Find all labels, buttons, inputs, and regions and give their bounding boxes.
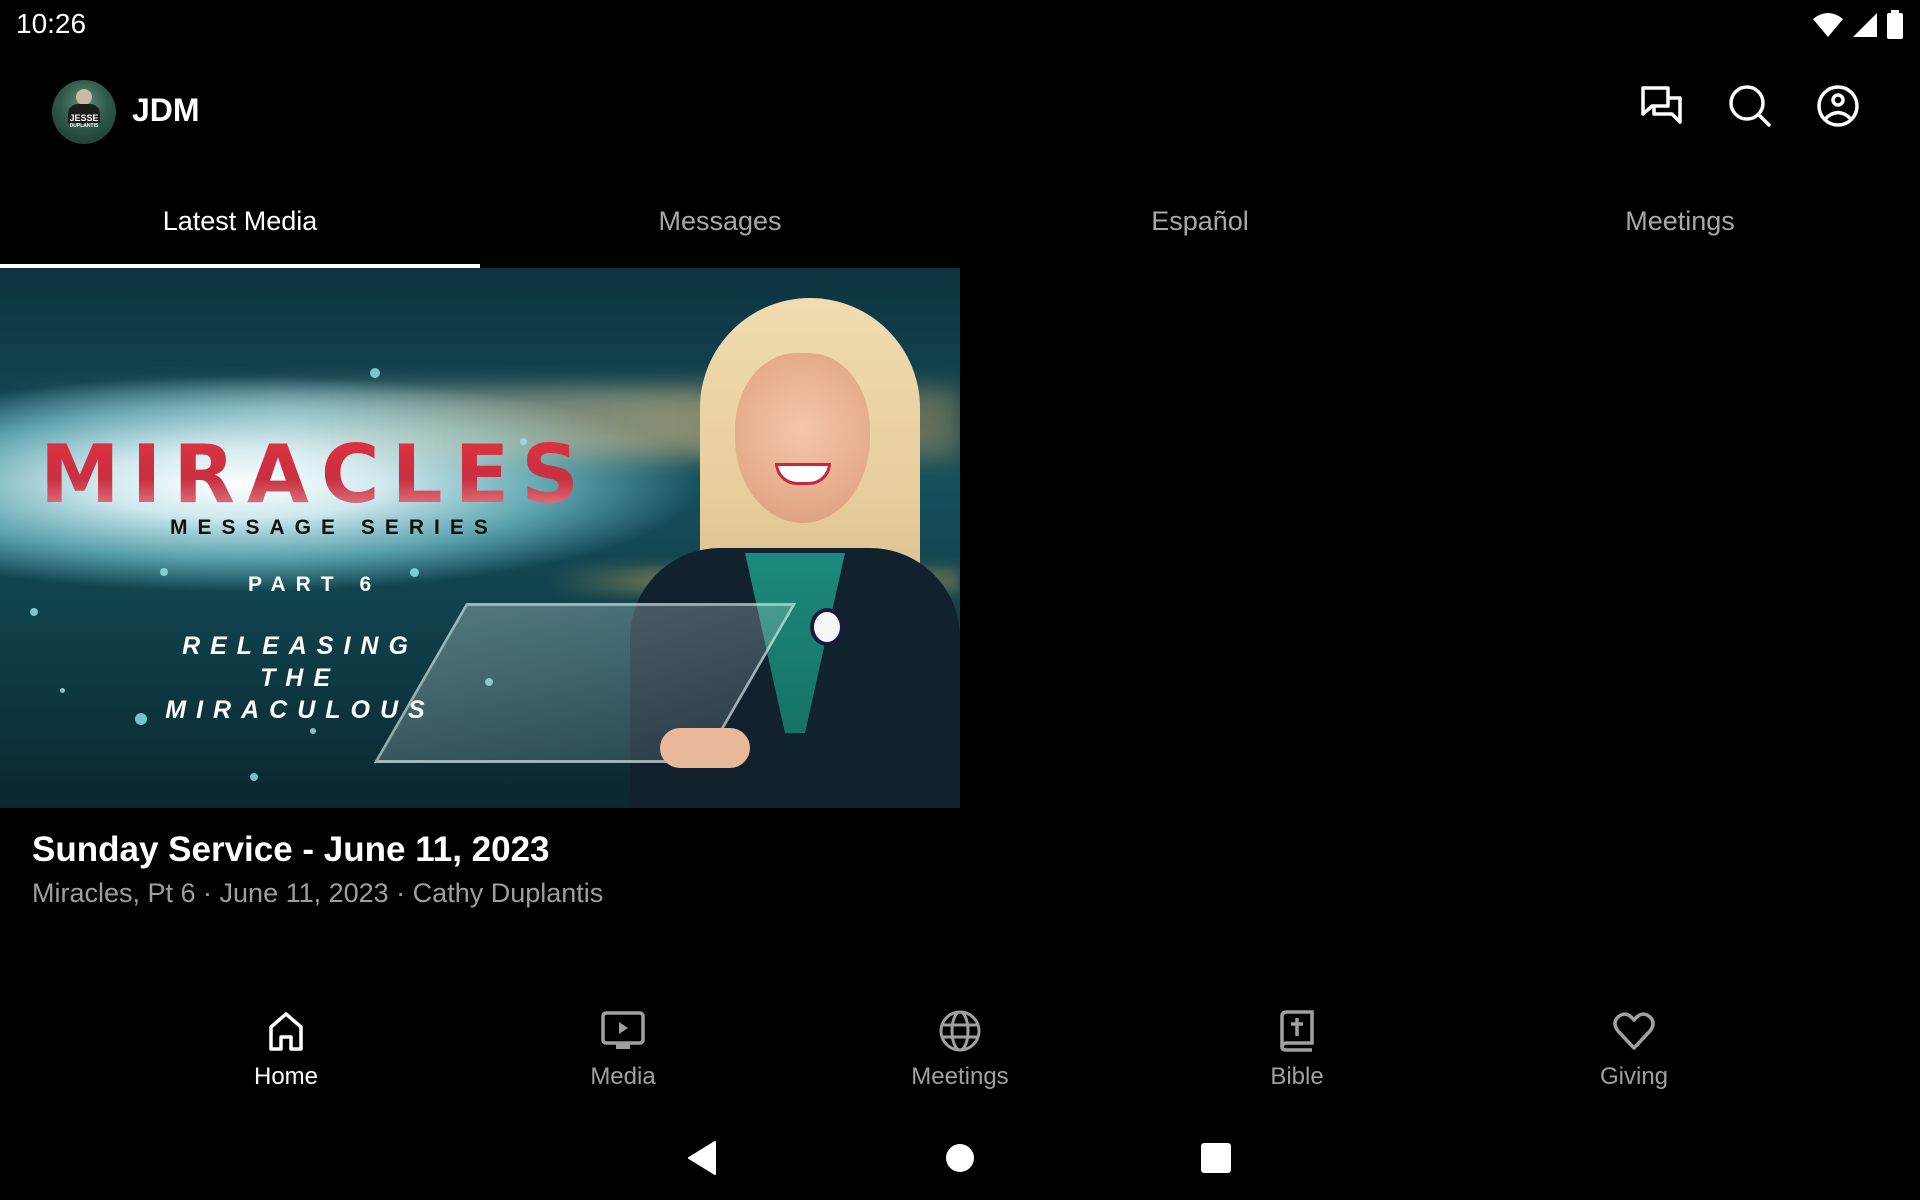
status-icons bbox=[1812, 10, 1904, 45]
nav-giving[interactable]: Giving bbox=[1466, 995, 1803, 1105]
heart-icon bbox=[1612, 1009, 1656, 1053]
account-button[interactable] bbox=[1816, 84, 1860, 133]
status-bar: 10:26 bbox=[0, 0, 1920, 50]
thumbnail-series-subtitle: MESSAGE SERIES bbox=[170, 516, 498, 539]
thumbnail-part: PART 6 bbox=[248, 573, 382, 596]
bible-icon bbox=[1275, 1009, 1319, 1053]
avatar-figure-head bbox=[76, 89, 92, 105]
back-triangle-icon bbox=[687, 1140, 717, 1181]
nav-giving-label: Giving bbox=[1599, 1063, 1669, 1090]
recents-square-icon bbox=[1201, 1142, 1231, 1178]
thumbnail-series-title: MIRACLES bbox=[40, 428, 591, 521]
particle bbox=[30, 608, 38, 616]
globe-icon bbox=[938, 1009, 982, 1053]
system-home-button[interactable] bbox=[936, 1136, 984, 1184]
app-title: JDM bbox=[132, 92, 200, 128]
system-recents-button[interactable] bbox=[1192, 1136, 1240, 1184]
wifi-icon bbox=[1812, 11, 1844, 44]
bottom-nav: Home Media Meetings Bible Giving bbox=[0, 995, 1920, 1105]
particle bbox=[370, 368, 380, 378]
avatar-subtext: DUPLANTIS bbox=[69, 123, 99, 129]
tab-espanol[interactable]: Español bbox=[960, 174, 1440, 268]
particle bbox=[310, 728, 316, 734]
tab-meetings[interactable]: Meetings bbox=[1440, 174, 1920, 268]
nav-bible-label: Bible bbox=[1270, 1063, 1324, 1090]
avatar[interactable]: JESSE DUPLANTIS bbox=[52, 80, 116, 144]
home-circle-icon bbox=[945, 1143, 975, 1178]
cellular-signal-icon bbox=[1852, 12, 1878, 43]
chat-icon bbox=[1640, 84, 1684, 133]
nav-home-label: Home bbox=[253, 1063, 319, 1090]
media-title[interactable]: Sunday Service - June 11, 2023 bbox=[32, 830, 960, 870]
media-tv-icon bbox=[601, 1009, 645, 1053]
particle bbox=[160, 568, 168, 576]
thumbnail-episode-title: RELEASING THE MIRACULOUS bbox=[165, 632, 435, 724]
particle bbox=[250, 773, 258, 781]
chat-button[interactable] bbox=[1640, 84, 1684, 133]
home-icon bbox=[264, 1009, 308, 1053]
avatar-text: JESSE bbox=[69, 113, 99, 123]
app-header: JESSE DUPLANTIS JDM bbox=[0, 50, 1920, 174]
particle bbox=[410, 568, 419, 577]
top-tabs: Latest Media Messages Español Meetings bbox=[0, 174, 1920, 268]
media-thumbnail[interactable]: MIRACLES MESSAGE SERIES PART 6 RELEASING… bbox=[0, 268, 960, 808]
search-icon bbox=[1728, 84, 1772, 133]
search-button[interactable] bbox=[1728, 84, 1772, 133]
nav-meetings-label: Meetings bbox=[911, 1063, 1009, 1090]
particle bbox=[135, 713, 147, 725]
battery-icon bbox=[1886, 10, 1904, 45]
nav-bible[interactable]: Bible bbox=[1129, 995, 1466, 1105]
nav-media[interactable]: Media bbox=[455, 995, 792, 1105]
system-nav-bar bbox=[0, 1120, 1920, 1200]
tab-latest-media[interactable]: Latest Media bbox=[0, 174, 480, 268]
nav-media-label: Media bbox=[590, 1063, 656, 1090]
media-card[interactable]: MIRACLES MESSAGE SERIES PART 6 RELEASING… bbox=[0, 268, 960, 909]
nav-meetings[interactable]: Meetings bbox=[792, 995, 1129, 1105]
media-meta: Miracles, Pt 6 · June 11, 2023 · Cathy D… bbox=[32, 878, 604, 908]
tab-messages[interactable]: Messages bbox=[480, 174, 960, 268]
nav-home[interactable]: Home bbox=[118, 995, 455, 1105]
system-back-button[interactable] bbox=[678, 1136, 726, 1184]
status-time: 10:26 bbox=[16, 8, 87, 39]
account-icon bbox=[1816, 84, 1860, 133]
particle bbox=[60, 688, 65, 693]
header-actions bbox=[1640, 84, 1860, 133]
